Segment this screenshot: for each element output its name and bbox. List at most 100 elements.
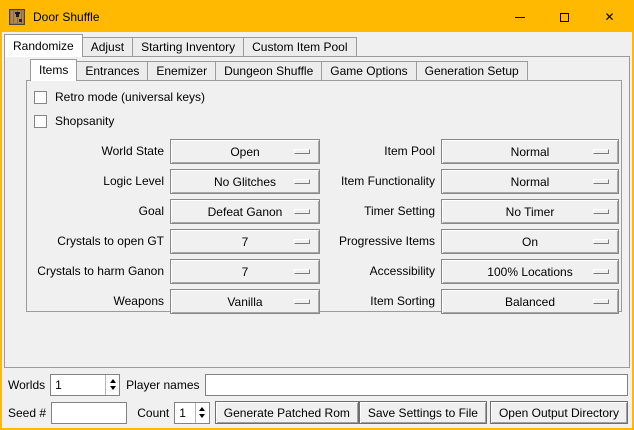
maximize-icon <box>560 13 569 22</box>
retro-mode-checkbox-row: Retro mode (universal keys) <box>34 89 621 105</box>
dropdown-indicator-icon <box>593 149 609 154</box>
tab-items[interactable]: Items <box>30 59 77 81</box>
count-spinbox[interactable]: 1 <box>174 402 210 424</box>
logic-level-label: Logic Level <box>31 169 164 194</box>
shopsanity-checkbox-row: Shopsanity <box>34 113 621 129</box>
weapons-value: Vanilla <box>227 295 262 309</box>
app-window: Door Shuffle ✕ Randomize Adjust Starting… <box>0 0 634 430</box>
tab-entrances[interactable]: Entrances <box>76 61 148 80</box>
close-button[interactable]: ✕ <box>587 2 632 32</box>
accessibility-dropdown[interactable]: 100% Locations <box>441 259 619 284</box>
dropdown-indicator-icon <box>294 299 310 304</box>
timer-setting-value: No Timer <box>506 205 555 219</box>
spin-down-icon <box>110 386 116 390</box>
worlds-row: Worlds 1 Player names <box>8 373 628 396</box>
dropdown-indicator-icon <box>593 209 609 214</box>
retro-mode-label: Retro mode (universal keys) <box>55 90 205 104</box>
count-spin-arrows[interactable] <box>195 403 209 423</box>
dropdown-indicator-icon <box>294 239 310 244</box>
crystals-gt-label: Crystals to open GT <box>31 229 164 254</box>
goal-label: Goal <box>31 199 164 224</box>
progressive-items-dropdown[interactable]: On <box>441 229 619 254</box>
count-label: Count <box>137 406 169 420</box>
options-grid: World State Open Item Pool Normal Logic … <box>31 139 621 314</box>
dropdown-indicator-icon <box>294 269 310 274</box>
spin-up-icon <box>199 407 205 411</box>
tab-custom-item-pool[interactable]: Custom Item Pool <box>243 37 356 56</box>
worlds-label: Worlds <box>8 378 45 392</box>
title-bar: Door Shuffle ✕ <box>2 2 632 32</box>
world-state-value: Open <box>230 145 259 159</box>
progressive-items-value: On <box>522 235 538 249</box>
spin-up-icon <box>110 379 116 383</box>
dropdown-indicator-icon <box>294 209 310 214</box>
seed-input[interactable] <box>52 403 126 423</box>
main-tab-bar: Randomize Adjust Starting Inventory Cust… <box>4 32 632 56</box>
worlds-value: 1 <box>55 378 105 392</box>
tab-dungeon-shuffle[interactable]: Dungeon Shuffle <box>215 61 322 80</box>
worlds-spin-arrows[interactable] <box>105 375 119 395</box>
spin-down-icon <box>199 414 205 418</box>
crystals-ganon-value: 7 <box>242 265 249 279</box>
dropdown-indicator-icon <box>593 239 609 244</box>
item-pool-value: Normal <box>511 145 550 159</box>
generate-patched-rom-button[interactable]: Generate Patched Rom <box>215 401 359 424</box>
item-functionality-label: Item Functionality <box>326 169 435 194</box>
dropdown-indicator-icon <box>593 299 609 304</box>
progressive-items-label: Progressive Items <box>326 229 435 254</box>
seed-label: Seed # <box>8 406 46 420</box>
seed-row: Seed # Count 1 Generate Patched Rom Save… <box>8 401 628 424</box>
item-pool-dropdown[interactable]: Normal <box>441 139 619 164</box>
timer-setting-label: Timer Setting <box>326 199 435 224</box>
tab-generation-setup[interactable]: Generation Setup <box>416 61 528 80</box>
dropdown-indicator-icon <box>593 269 609 274</box>
weapons-label: Weapons <box>31 289 164 314</box>
shopsanity-checkbox[interactable] <box>34 115 47 128</box>
item-pool-label: Item Pool <box>326 139 435 164</box>
seed-field-wrap <box>51 402 127 424</box>
tab-randomize[interactable]: Randomize <box>4 34 83 57</box>
player-names-input[interactable] <box>206 375 628 395</box>
item-sorting-dropdown[interactable]: Balanced <box>441 289 619 314</box>
weapons-dropdown[interactable]: Vanilla <box>170 289 320 314</box>
item-functionality-dropdown[interactable]: Normal <box>441 169 619 194</box>
retro-mode-checkbox[interactable] <box>34 91 47 104</box>
open-output-directory-button[interactable]: Open Output Directory <box>490 401 628 424</box>
window-controls: ✕ <box>497 2 632 32</box>
shopsanity-label: Shopsanity <box>55 114 114 128</box>
logic-level-value: No Glitches <box>214 175 276 189</box>
crystals-ganon-dropdown[interactable]: 7 <box>170 259 320 284</box>
item-functionality-value: Normal <box>511 175 550 189</box>
maximize-button[interactable] <box>542 2 587 32</box>
world-state-label: World State <box>31 139 164 164</box>
bottom-bar: Worlds 1 Player names Seed # Count 1 <box>2 368 632 428</box>
timer-setting-dropdown[interactable]: No Timer <box>441 199 619 224</box>
crystals-gt-dropdown[interactable]: 7 <box>170 229 320 254</box>
goal-dropdown[interactable]: Defeat Ganon <box>170 199 320 224</box>
minimize-button[interactable] <box>497 2 542 32</box>
dropdown-indicator-icon <box>593 179 609 184</box>
item-sorting-label: Item Sorting <box>326 289 435 314</box>
door-icon <box>9 9 25 25</box>
tab-enemizer[interactable]: Enemizer <box>147 61 216 80</box>
dropdown-indicator-icon <box>294 179 310 184</box>
dropdown-indicator-icon <box>294 149 310 154</box>
logic-level-dropdown[interactable]: No Glitches <box>170 169 320 194</box>
items-panel: Retro mode (universal keys) Shopsanity W… <box>26 80 622 312</box>
tab-starting-inventory[interactable]: Starting Inventory <box>132 37 244 56</box>
player-names-label: Player names <box>126 378 199 392</box>
save-settings-button[interactable]: Save Settings to File <box>359 401 487 424</box>
world-state-dropdown[interactable]: Open <box>170 139 320 164</box>
randomize-panel: Items Entrances Enemizer Dungeon Shuffle… <box>4 56 630 368</box>
tab-game-options[interactable]: Game Options <box>321 61 416 80</box>
player-names-field-wrap <box>205 374 629 396</box>
accessibility-label: Accessibility <box>326 259 435 284</box>
item-sorting-value: Balanced <box>505 295 555 309</box>
tab-adjust[interactable]: Adjust <box>82 37 133 56</box>
worlds-spinbox[interactable]: 1 <box>50 374 120 396</box>
crystals-gt-value: 7 <box>242 235 249 249</box>
window-title: Door Shuffle <box>33 10 100 24</box>
count-value: 1 <box>179 406 195 420</box>
close-icon: ✕ <box>604 11 614 23</box>
crystals-ganon-label: Crystals to harm Ganon <box>31 259 164 284</box>
